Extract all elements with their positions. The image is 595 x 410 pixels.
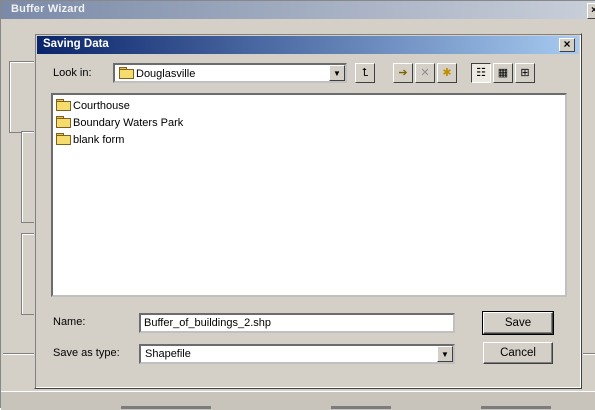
file-item-label: Boundary Waters Park: [73, 117, 184, 129]
up-one-level-icon: ⮤: [361, 67, 369, 79]
cancel-button[interactable]: Cancel: [483, 342, 553, 364]
save-as-type-dropdown[interactable]: Shapefile ▼: [139, 344, 455, 364]
disconnect-folder-button[interactable]: ✕: [415, 63, 435, 83]
saving-data-dialog: Saving Data × Look in: Douglasville ▼ ⮤ …: [34, 33, 582, 389]
dialog-close-button[interactable]: ×: [559, 38, 575, 52]
save-as-type-label: Save as type:: [53, 347, 120, 359]
list-view-button[interactable]: ☷: [471, 63, 491, 83]
chevron-down-icon[interactable]: ▼: [437, 346, 453, 362]
folder-icon: [56, 99, 71, 111]
look-in-value: Douglasville: [119, 67, 195, 80]
list-item[interactable]: Boundary Waters Park: [56, 116, 183, 129]
name-input[interactable]: [141, 315, 453, 331]
up-one-level-button[interactable]: ⮤: [355, 63, 375, 83]
details-view-button[interactable]: ▦: [493, 63, 513, 83]
new-folder-icon: ✱: [442, 67, 452, 79]
connect-folder-icon: ➔: [398, 67, 408, 79]
list-view-icon: ☷: [476, 67, 486, 79]
wizard-separator: [3, 353, 37, 355]
folder-icon: [56, 116, 71, 128]
buffer-wizard-close-button[interactable]: ×: [587, 3, 595, 19]
save-button[interactable]: Save: [482, 311, 554, 335]
file-item-label: Courthouse: [73, 100, 130, 112]
buffer-wizard-titlebar: Buffer Wizard: [1, 1, 595, 19]
name-label: Name:: [53, 316, 86, 328]
folder-icon: [56, 133, 71, 145]
wizard-separator: [583, 353, 595, 355]
dialog-titlebar: Saving Data ×: [37, 36, 579, 54]
list-item[interactable]: Courthouse: [56, 99, 130, 112]
list-item[interactable]: blank form: [56, 133, 124, 146]
new-folder-button[interactable]: ✱: [437, 63, 457, 83]
file-item-label: blank form: [73, 134, 125, 146]
dialog-title: Saving Data: [43, 38, 109, 50]
connect-folder-button[interactable]: ➔: [393, 63, 413, 83]
folder-icon: [119, 67, 134, 79]
thumbnails-view-button[interactable]: ⊞: [515, 63, 535, 83]
save-as-type-value: Shapefile: [145, 348, 191, 360]
look-in-label: Look in:: [53, 67, 92, 79]
buffer-wizard-title: Buffer Wizard: [11, 3, 86, 15]
look-in-dropdown[interactable]: Douglasville ▼: [113, 63, 347, 83]
look-in-folder-name: Douglasville: [136, 68, 196, 80]
file-list[interactable]: Courthouse Boundary Waters Park blank fo…: [51, 93, 567, 297]
thumbnails-view-icon: ⊞: [520, 67, 530, 79]
chevron-down-icon[interactable]: ▼: [329, 65, 345, 81]
disconnect-folder-icon: ✕: [420, 67, 430, 79]
details-view-icon: ▦: [497, 67, 509, 79]
name-field[interactable]: [139, 313, 455, 333]
